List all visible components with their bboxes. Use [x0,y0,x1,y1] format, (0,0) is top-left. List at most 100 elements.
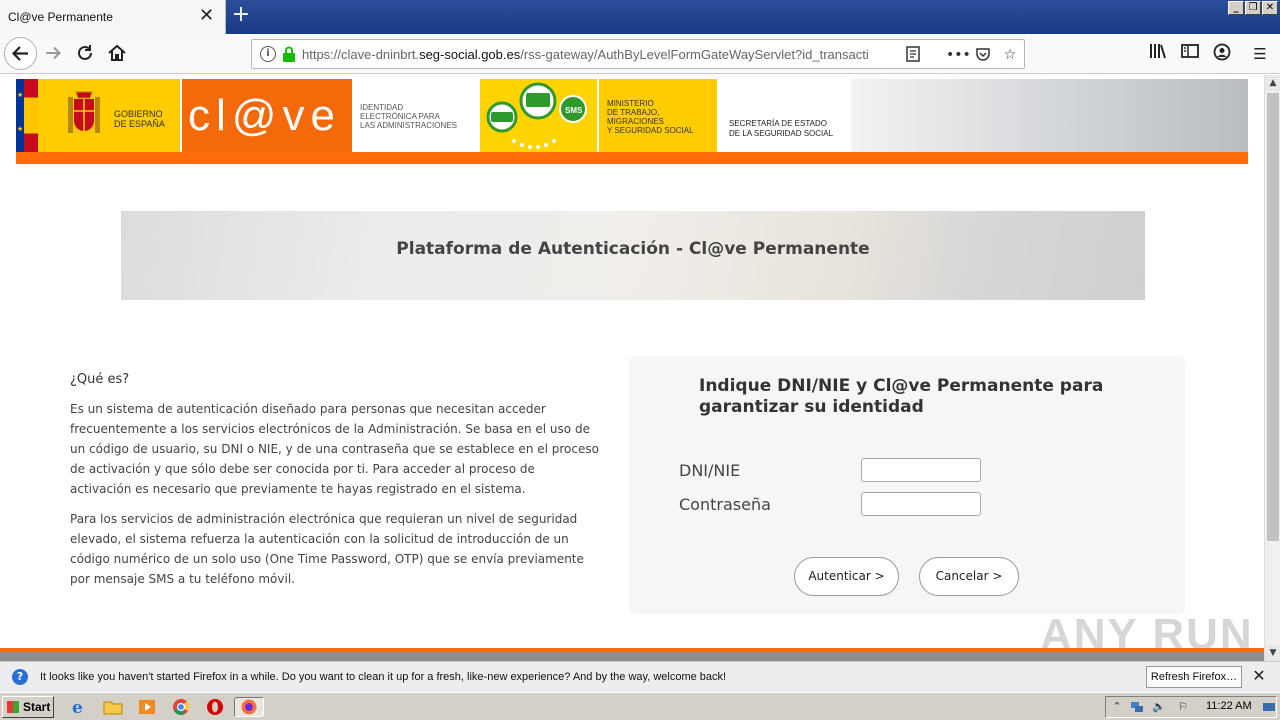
minimize-button[interactable]: _ [1228,1,1244,15]
info-section: ¿Qué es? Es un sistema de autenticación … [70,372,600,599]
navigation-bar: i https://clave-dninbrt.seg-social.gob.e… [0,34,1280,74]
tab-title: Cl@ve Permanente [8,10,113,24]
password-label: Contraseña [679,495,771,514]
eu-stripe: ★ ★ [16,79,24,152]
reader-view-icon[interactable] [904,46,922,64]
secretaria-line-1: SECRETARÍA DE ESTADO [729,119,827,128]
info-icon[interactable]: i [260,46,276,62]
info-heading: ¿Qué es? [70,372,130,387]
clave-methods-graphic: SMS [480,79,597,152]
start-label: Start [23,700,51,714]
dni-input[interactable] [861,458,981,482]
notification-text: It looks like you haven't started Firefo… [40,671,727,683]
cancel-button[interactable]: Cancelar > [919,557,1019,596]
title-bar: Cl@ve Permanente ✕ + _ ❐ ✕ [0,0,1280,34]
window-controls: _ ❐ ✕ [1228,1,1278,15]
identidad-electronica-logo: IDENTIDAD ELECTRÓNICA PARA LAS ADMINISTR… [352,79,480,152]
ministerio-line-3: MIGRACIONES [607,117,664,126]
back-arrow-icon [11,46,28,61]
account-icon[interactable] [1211,43,1233,65]
identidad-line-2: ELECTRÓNICA PARA [360,112,440,121]
gobierno-line-1: GOBIERNO [114,109,163,119]
forward-button[interactable] [42,42,64,64]
windows-logo-icon [7,701,19,713]
login-panel: Indique DNI/NIE y Cl@ve Permanente para … [629,356,1185,614]
clock[interactable]: 11:22 AM [1206,700,1252,712]
system-tray: ⌃ 🔈 ⚐ 11:22 AM [1105,696,1277,718]
banner-orange-strip [16,152,1248,164]
ministerio-text: MINISTERIO DE TRABAJO, MIGRACIONES Y SEG… [607,99,694,135]
reload-button[interactable] [74,42,96,64]
scroll-up-icon[interactable]: ▲ [1265,75,1280,91]
vertical-scrollbar[interactable]: ▲ ▼ [1264,75,1280,661]
network-icon[interactable] [1130,700,1144,714]
taskbar: Start e ⌃ 🔈 ⚐ 11:22 AM [0,692,1280,720]
maximize-button[interactable]: ❐ [1245,1,1261,15]
back-button[interactable] [4,37,37,70]
info-paragraph-1: Es un sistema de autenticación diseñado … [70,402,599,496]
folder-icon[interactable] [102,697,124,717]
password-input[interactable] [861,492,981,516]
scroll-thumb[interactable] [1267,93,1279,541]
more-icon[interactable]: ••• [946,46,971,64]
clave-logo[interactable]: cl@ve [182,79,352,152]
clave-logo-text: cl@ve [188,91,341,140]
media-player-icon[interactable] [136,697,158,717]
svg-text:e: e [72,698,83,717]
browser-tab[interactable]: Cl@ve Permanente ✕ [0,0,226,34]
sms-badge: SMS [565,106,583,115]
new-tab-button[interactable]: + [229,3,253,27]
secretaria-logo[interactable]: SECRETARÍA DE ESTADO DE LA SEGURIDAD SOC… [719,79,851,152]
svg-text:★: ★ [17,91,23,99]
star-icon[interactable]: ☆ [1001,46,1019,64]
notification-close-icon[interactable]: ✕ [1250,667,1268,685]
identidad-line-1: IDENTIDAD [360,103,404,112]
start-button[interactable]: Start [2,696,54,718]
chrome-icon[interactable] [170,697,192,717]
info-paragraph-2: Para los servicios de administración ele… [70,512,584,586]
sidebar-icon[interactable] [1179,43,1201,65]
ie-icon[interactable]: e [68,697,90,718]
svg-text:★: ★ [17,125,23,133]
gobierno-logo[interactable]: GOBIERNO DE ESPAÑA [38,79,180,152]
home-icon [108,44,126,61]
question-icon: ? [12,669,28,685]
identidad-text: IDENTIDAD ELECTRÓNICA PARA LAS ADMINISTR… [360,103,457,130]
library-icon[interactable] [1147,43,1169,65]
page-title: Plataforma de Autenticación - Cl@ve Perm… [396,239,870,259]
firefox-taskbar-button[interactable] [234,697,264,717]
volume-icon[interactable]: 🔈 [1152,700,1166,714]
flag-icon[interactable]: ⚐ [1176,700,1190,714]
hamburger-menu-icon[interactable]: ☰ [1249,43,1271,65]
scroll-down-icon[interactable]: ▼ [1265,645,1280,661]
gobierno-text: GOBIERNO DE ESPAÑA [114,109,165,129]
firefox-icon [241,699,257,715]
url-prefix: https://clave-dninbrt. [302,47,420,62]
coat-of-arms-icon [68,91,100,133]
gobierno-line-2: DE ESPAÑA [114,119,165,129]
url-text[interactable]: https://clave-dninbrt.seg-social.gob.es/… [302,47,902,62]
ministerio-logo[interactable]: MINISTERIO DE TRABAJO, MIGRACIONES Y SEG… [599,79,717,152]
tab-close-icon[interactable]: ✕ [199,6,214,26]
notification-bar: ? It looks like you haven't started Fire… [0,661,1280,692]
pocket-icon[interactable] [974,46,992,64]
lock-icon[interactable] [282,46,296,62]
refresh-firefox-button[interactable]: Refresh Firefox… [1146,666,1242,688]
forward-arrow-icon [46,46,61,60]
opera-icon[interactable] [204,697,226,717]
url-bar[interactable]: i https://clave-dninbrt.seg-social.gob.e… [251,39,1025,69]
close-window-button[interactable]: ✕ [1262,1,1278,15]
footer-strip [0,648,1264,661]
ministerio-line-1: MINISTERIO [607,99,654,108]
tray-expand-icon[interactable]: ⌃ [1110,700,1124,714]
url-domain: seg-social.gob.es [419,47,521,62]
authenticate-button[interactable]: Autenticar > [794,557,899,596]
ministerio-line-2: DE TRABAJO, [607,108,660,117]
reload-icon [78,45,92,60]
home-button[interactable] [106,42,128,64]
ministerio-line-4: Y SEGURIDAD SOCIAL [607,126,694,135]
show-desktop-icon[interactable] [1262,700,1276,714]
secretaria-text: SECRETARÍA DE ESTADO DE LA SEGURIDAD SOC… [729,119,833,139]
dni-label: DNI/NIE [679,461,741,480]
url-path: /rss-gateway/AuthByLevelFormGateWayServl… [520,47,869,62]
